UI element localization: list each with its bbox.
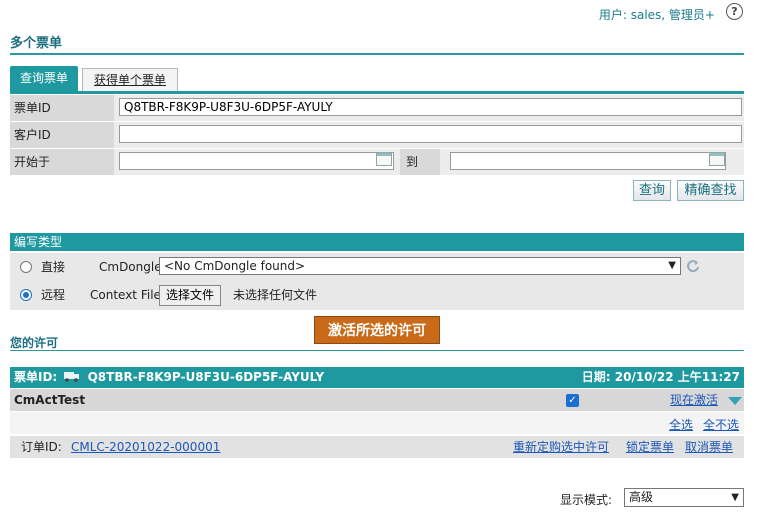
- direct-label: 直接: [41, 260, 66, 274]
- select-none-link[interactable]: 全不选: [703, 416, 739, 433]
- context-file-label: Context File: [90, 288, 161, 302]
- ticket-id-row: 票单ID: [10, 95, 744, 121]
- chevron-down-icon: ▼: [668, 260, 676, 271]
- reorder-selected-link[interactable]: 重新定购选中许可: [513, 436, 609, 458]
- order-id-link[interactable]: CMLC-20201022-000001: [71, 436, 220, 458]
- your-licenses-heading: 您的许可: [10, 336, 59, 350]
- display-mode-select[interactable]: 高级 ▼: [624, 488, 744, 507]
- license-divider: [10, 350, 744, 351]
- display-mode-label: 显示模式:: [560, 493, 613, 507]
- customer-id-row: 客户ID: [10, 122, 744, 148]
- help-icon[interactable]: ?: [726, 3, 743, 20]
- cmdongle-label: CmDongle: [99, 260, 162, 274]
- date-label: 日期:: [581, 370, 611, 384]
- ticket-id-value: Q8TBR-F8K9P-U8F3U-6DP5F-AYULY: [87, 370, 325, 384]
- to-label: 到: [400, 149, 440, 175]
- cancel-ticket-link[interactable]: 取消票单: [685, 436, 733, 458]
- start-date-input[interactable]: [119, 152, 394, 170]
- product-checkbox[interactable]: ✓: [566, 394, 579, 407]
- refresh-icon[interactable]: [686, 259, 700, 273]
- customer-id-input[interactable]: [119, 125, 742, 143]
- tab-underline: [10, 91, 744, 94]
- end-date-input[interactable]: [450, 152, 726, 170]
- order-row: 订单ID: CMLC-20201022-000001 重新定购选中许可 锁定票单…: [10, 436, 744, 458]
- ticket-id-input[interactable]: [119, 98, 742, 116]
- order-id-label: 订单ID:: [21, 440, 62, 454]
- calendar-icon[interactable]: [709, 152, 725, 166]
- remote-row: 远程 Context File 选择文件 未选择任何文件: [10, 281, 744, 310]
- title-divider: [10, 53, 744, 55]
- no-file-text: 未选择任何文件: [233, 288, 318, 302]
- direct-radio[interactable]: [20, 261, 32, 273]
- direct-row: 直接 CmDongle <No CmDongle found> ▼: [10, 253, 744, 281]
- date-range-row: 开始于 到: [10, 149, 744, 175]
- select-all-link[interactable]: 全选: [669, 416, 693, 433]
- tab-get-single-ticket[interactable]: 获得单个票单: [82, 68, 178, 92]
- search-button[interactable]: 查询: [633, 180, 671, 201]
- tab-query-tickets[interactable]: 查询票单: [10, 66, 78, 91]
- cmdongle-value: <No CmDongle found>: [164, 259, 306, 273]
- truck-icon: [64, 372, 80, 382]
- chevron-down-icon: ▼: [731, 492, 739, 503]
- remote-radio[interactable]: [20, 289, 32, 301]
- product-name: CmActTest: [14, 393, 86, 407]
- cmdongle-select[interactable]: <No CmDongle found> ▼: [159, 257, 681, 275]
- page-title: 多个票单: [10, 36, 63, 51]
- exact-search-button[interactable]: 精确查找: [677, 180, 744, 201]
- ticket-id-label: 票单ID:: [14, 370, 58, 384]
- start-label: 开始于: [10, 149, 114, 175]
- calendar-icon[interactable]: [376, 152, 392, 166]
- write-type-header: 编写类型: [10, 233, 744, 251]
- remote-label: 远程: [41, 288, 66, 302]
- selection-row: 全选 全不选: [10, 412, 744, 434]
- user-info: 用户: sales, 管理员+: [598, 8, 715, 22]
- activate-selected-button[interactable]: 激活所选的许可: [314, 316, 440, 344]
- ticket-header: 票单ID: Q8TBR-F8K9P-U8F3U-6DP5F-AYULY 日期: …: [10, 367, 744, 388]
- display-mode-value: 高级: [629, 490, 654, 504]
- ticket-id-label: 票单ID: [10, 95, 114, 121]
- activate-now-link[interactable]: 现在激活: [670, 389, 718, 411]
- choose-file-button[interactable]: 选择文件: [159, 285, 222, 306]
- customer-id-label: 客户ID: [10, 122, 114, 148]
- product-row: CmActTest ✓ 现在激活: [10, 389, 744, 411]
- expand-triangle-icon[interactable]: [728, 397, 742, 405]
- date-value: 20/10/22 上午11:27: [614, 370, 740, 384]
- lock-ticket-link[interactable]: 锁定票单: [626, 436, 674, 458]
